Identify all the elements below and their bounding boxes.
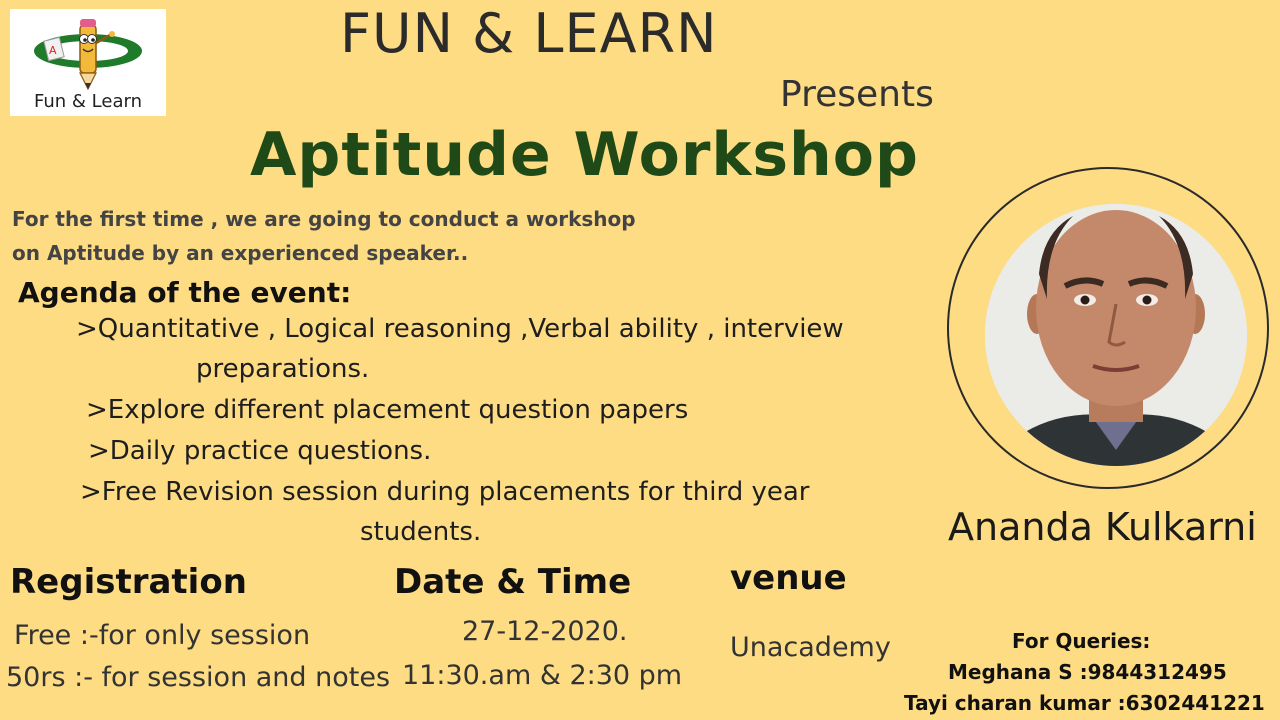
- presents-label: Presents: [780, 74, 934, 115]
- venue-place: Unacademy: [730, 632, 891, 663]
- workshop-title: Aptitude Workshop: [250, 120, 919, 190]
- agenda-item-3: >Daily practice questions.: [88, 436, 432, 466]
- intro-line-1: For the first time , we are going to con…: [12, 207, 636, 231]
- svg-text:A: A: [49, 44, 57, 57]
- intro-line-2: on Aptitude by an experienced speaker..: [12, 241, 469, 265]
- query-contact-2: Tayi charan kumar :6302441221: [904, 691, 1265, 715]
- logo-text: Fun & Learn: [34, 91, 142, 112]
- event-date: 27-12-2020.: [462, 616, 628, 647]
- event-time: 11:30.am & 2:30 pm: [402, 660, 683, 691]
- brand-title: FUN & LEARN: [340, 2, 718, 65]
- registration-paid: 50rs :- for session and notes: [6, 662, 391, 693]
- agenda-item-2: >Explore different placement question pa…: [86, 395, 689, 425]
- query-contact-1: Meghana S :9844312495: [948, 660, 1227, 684]
- queries-heading: For Queries:: [1012, 629, 1151, 653]
- cartoon-pencil-mascot-icon: A: [34, 19, 142, 91]
- agenda-item-4-line-1: >Free Revision session during placements…: [80, 477, 810, 507]
- brand-logo: A Fun & Learn: [10, 9, 166, 116]
- agenda-heading: Agenda of the event:: [18, 276, 352, 309]
- agenda-item-1-line-1: >Quantitative , Logical reasoning ,Verba…: [76, 314, 844, 344]
- registration-heading: Registration: [10, 562, 247, 602]
- datetime-heading: Date & Time: [394, 562, 632, 602]
- venue-heading: venue: [730, 558, 847, 598]
- registration-free: Free :-for only session: [14, 620, 311, 651]
- agenda-item-1-line-2: preparations.: [196, 354, 370, 384]
- speaker-name: Ananda Kulkarni: [948, 505, 1257, 549]
- speaker-photo: [985, 204, 1247, 466]
- agenda-item-4-line-2: students.: [360, 517, 482, 547]
- intro-text: For the first time , we are going to con…: [12, 202, 636, 270]
